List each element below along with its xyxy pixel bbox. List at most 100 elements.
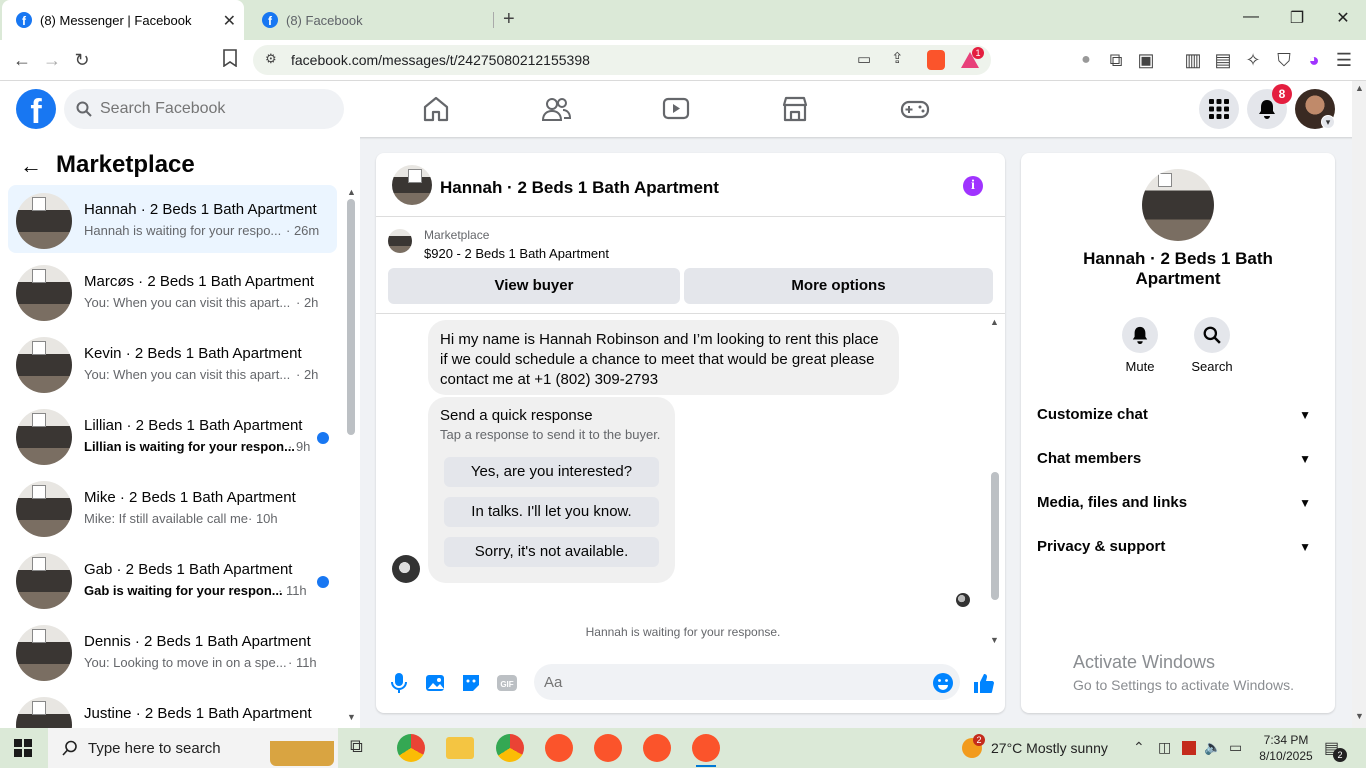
listing-thumbnail[interactable] bbox=[392, 165, 432, 205]
search-label: Search bbox=[1191, 359, 1233, 374]
media-files-links-section[interactable]: Media, files and links ▼ bbox=[1037, 488, 1319, 518]
scroll-up-arrow-icon[interactable]: ▲ bbox=[990, 317, 999, 327]
leo-ai-icon[interactable]: ✧ bbox=[1241, 49, 1265, 71]
taskbar-clock[interactable]: 7:34 PM 8/10/2025 bbox=[1258, 732, 1314, 764]
menu-grid-button[interactable] bbox=[1199, 89, 1239, 129]
more-options-button[interactable]: More options bbox=[684, 268, 993, 304]
chrome-icon[interactable] bbox=[397, 734, 425, 762]
windows-start-icon[interactable] bbox=[14, 739, 32, 757]
network-icon[interactable]: ▭ bbox=[1229, 739, 1242, 756]
scroll-down-arrow-icon[interactable]: ▼ bbox=[1355, 711, 1364, 721]
speaker-icon[interactable]: 🔈 bbox=[1204, 739, 1221, 756]
photo-icon[interactable] bbox=[424, 672, 446, 694]
customize-chat-section[interactable]: Customize chat ▼ bbox=[1037, 400, 1319, 430]
app-tray-icon[interactable] bbox=[1182, 741, 1196, 755]
facebook-logo[interactable]: f bbox=[16, 89, 56, 129]
brave-icon[interactable] bbox=[594, 734, 622, 762]
page-scrollbar[interactable]: ▲ ▼ bbox=[1352, 81, 1366, 728]
marketplace-icon[interactable] bbox=[780, 95, 810, 123]
search-icon bbox=[1203, 326, 1221, 344]
conversation-item[interactable]: Marcøs · 2 Beds 1 Bath Apartment You: Wh… bbox=[8, 257, 337, 325]
conversation-item[interactable]: Hannah · 2 Beds 1 Bath Apartment Hannah … bbox=[8, 185, 337, 253]
sticker-icon[interactable] bbox=[460, 672, 482, 694]
tab-facebook[interactable]: f (8) Facebook bbox=[248, 0, 494, 40]
record-icon[interactable]: ● bbox=[1074, 49, 1098, 71]
search-highlight-image[interactable] bbox=[270, 730, 334, 766]
site-info-icon[interactable]: ⚙ bbox=[265, 51, 277, 67]
url-text: facebook.com/messages/t/2427508021215539… bbox=[291, 52, 590, 68]
conversation-item[interactable]: Kevin · 2 Beds 1 Bath Apartment You: Whe… bbox=[8, 329, 337, 397]
conversation-item[interactable]: Justine · 2 Beds 1 Bath Apartment bbox=[8, 689, 337, 728]
quick-response-option[interactable]: Sorry, it's not available. bbox=[444, 537, 659, 567]
restore-button[interactable]: ❐ bbox=[1282, 8, 1312, 28]
facebook-search[interactable] bbox=[64, 89, 344, 129]
extensions-icon[interactable]: ⧉ bbox=[1104, 49, 1128, 71]
search-input[interactable] bbox=[100, 100, 320, 118]
sidebar-icon[interactable]: ▥ bbox=[1181, 49, 1205, 71]
new-tab-button[interactable]: + bbox=[503, 8, 515, 31]
search-in-chat-button[interactable] bbox=[1194, 317, 1230, 353]
friends-icon[interactable] bbox=[541, 95, 571, 123]
conversation-item[interactable]: Dennis · 2 Beds 1 Bath Apartment You: Lo… bbox=[8, 617, 337, 685]
mute-button[interactable] bbox=[1122, 317, 1158, 353]
gaming-icon[interactable] bbox=[900, 95, 930, 123]
message-bubble[interactable]: Hi my name is Hannah Robinson and I’m lo… bbox=[428, 320, 899, 395]
thumbs-up-icon[interactable] bbox=[972, 672, 994, 694]
scrollbar-thumb[interactable] bbox=[347, 199, 355, 435]
info-icon[interactable]: i bbox=[963, 176, 983, 196]
chat-title[interactable]: Hannah · 2 Beds 1 Bath Apartment bbox=[440, 178, 719, 198]
conversation-time: · 9h bbox=[288, 439, 311, 454]
home-icon[interactable] bbox=[421, 95, 451, 123]
tab-messenger[interactable]: f (8) Messenger | Facebook ✕ bbox=[2, 0, 244, 40]
minimize-button[interactable]: — bbox=[1236, 8, 1266, 26]
conversation-item[interactable]: Gab · 2 Beds 1 Bath Apartment Gab is wai… bbox=[8, 545, 337, 613]
gif-icon[interactable]: GIF bbox=[496, 672, 518, 694]
video-icon[interactable] bbox=[661, 95, 691, 123]
address-bar[interactable]: ⚙ facebook.com/messages/t/24275080212155… bbox=[253, 45, 991, 75]
conversation-item[interactable]: Mike · 2 Beds 1 Bath Apartment Mike: If … bbox=[8, 473, 337, 541]
screenshot-icon[interactable]: ▣ bbox=[1134, 49, 1158, 71]
share-icon[interactable]: ⇪ bbox=[891, 49, 904, 67]
task-view-icon[interactable]: ⧉ bbox=[350, 736, 363, 757]
weather-text[interactable]: 27°C Mostly sunny bbox=[991, 740, 1108, 756]
file-explorer-icon[interactable] bbox=[446, 737, 474, 759]
scroll-down-arrow-icon[interactable]: ▼ bbox=[347, 712, 356, 722]
chevron-up-icon[interactable]: ⌃ bbox=[1133, 739, 1145, 756]
menu-icon[interactable]: ☰ bbox=[1332, 49, 1356, 71]
back-arrow-icon[interactable]: ← bbox=[10, 49, 34, 71]
view-buyer-button[interactable]: View buyer bbox=[388, 268, 680, 304]
quick-response-option[interactable]: In talks. I'll let you know. bbox=[444, 497, 659, 527]
chevron-down-icon[interactable]: ▾ bbox=[1321, 115, 1335, 129]
scrollbar-thumb[interactable] bbox=[991, 472, 999, 600]
listing-title[interactable]: $920 - 2 Beds 1 Bath Apartment bbox=[424, 246, 609, 261]
meet-now-icon[interactable]: ◫ bbox=[1158, 739, 1171, 756]
brave-icon[interactable] bbox=[545, 734, 573, 762]
chrome-profile-icon[interactable] bbox=[496, 734, 524, 762]
brave-shields-icon[interactable] bbox=[927, 50, 945, 70]
brave-icon[interactable] bbox=[692, 734, 720, 767]
scroll-up-arrow-icon[interactable]: ▲ bbox=[1355, 83, 1364, 93]
chat-members-section[interactable]: Chat members ▼ bbox=[1037, 444, 1319, 474]
quick-response-option[interactable]: Yes, are you interested? bbox=[444, 457, 659, 487]
conversation-item[interactable]: Lillian · 2 Beds 1 Bath Apartment Lillia… bbox=[8, 401, 337, 469]
scroll-down-arrow-icon[interactable]: ▼ bbox=[990, 635, 999, 645]
close-tab-icon[interactable]: ✕ bbox=[223, 11, 236, 31]
install-app-icon[interactable]: ▭ bbox=[857, 50, 871, 68]
privacy-support-section[interactable]: Privacy & support ▼ bbox=[1037, 532, 1319, 562]
wallet-icon[interactable]: ▤ bbox=[1211, 49, 1235, 71]
brave-icon[interactable] bbox=[643, 734, 671, 762]
close-window-button[interactable]: ✕ bbox=[1328, 8, 1358, 28]
forward-arrow-icon[interactable]: → bbox=[40, 49, 64, 71]
profile-icon[interactable]: ◕ bbox=[1302, 49, 1326, 71]
chevron-down-icon: ▼ bbox=[1299, 540, 1311, 554]
vpn-icon[interactable]: ⛉ bbox=[1272, 49, 1296, 71]
message-thread: Hi my name is Hannah Robinson and I’m lo… bbox=[376, 315, 1005, 650]
taskbar-search[interactable]: Type here to search bbox=[48, 728, 338, 768]
microphone-icon[interactable] bbox=[388, 672, 410, 694]
bookmark-icon[interactable] bbox=[218, 49, 242, 72]
message-input[interactable] bbox=[534, 664, 960, 700]
reload-icon[interactable]: ↻ bbox=[70, 49, 94, 71]
back-arrow-icon[interactable]: ← bbox=[20, 153, 42, 179]
scroll-up-arrow-icon[interactable]: ▲ bbox=[347, 187, 356, 197]
emoji-icon[interactable] bbox=[932, 672, 954, 694]
